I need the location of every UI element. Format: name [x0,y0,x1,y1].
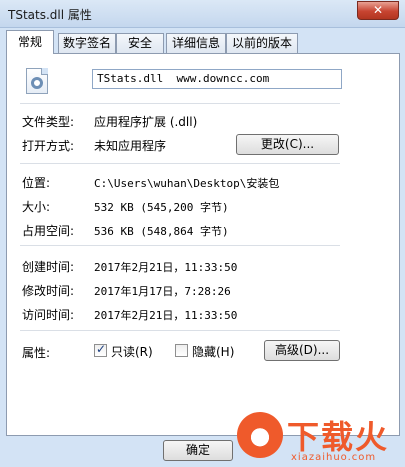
change-button[interactable]: 更改(C)... [236,134,339,155]
dll-file-icon [26,68,48,94]
open-with-value: 未知应用程序 [94,139,167,153]
readonly-checkbox[interactable]: ✓ [94,342,107,357]
accessed-value: 2017年2月21日，11:33:50 [94,309,238,322]
close-button[interactable]: ✕ [357,1,399,20]
divider [20,245,340,246]
hidden-checkbox[interactable] [175,344,188,357]
watermark-url: xiazaihuo.com [291,452,377,463]
open-with-label: 打开方式: [22,139,75,153]
file-name-input[interactable]: TStats.dll www.downcc.com [92,69,342,89]
divider [20,163,340,164]
created-value: 2017年2月21日，11:33:50 [94,261,238,274]
file-type-value: 应用程序扩展 (.dll) [94,115,198,129]
gear-icon [31,77,43,89]
size-value: 532 KB (545,200 字节) [94,201,229,214]
divider [20,103,340,104]
window-title: TStats.dll 属性 [8,8,92,22]
tab-digital-signatures[interactable]: 数字签名 [58,33,116,53]
disk-size-value: 536 KB (548,864 字节) [94,225,229,238]
divider [20,330,340,331]
modified-label: 修改时间: [22,284,75,298]
readonly-label[interactable]: 只读(R) [111,343,153,360]
advanced-button[interactable]: 高级(D)... [264,340,340,361]
watermark: 下载火 xiazaihuo.com [235,412,403,467]
location-value: C:\Users\wuhan\Desktop\安装包 [94,177,280,190]
tab-strip: 常规 数字签名 安全 详细信息 以前的版本 [6,30,400,54]
size-label: 大小: [22,200,51,214]
ok-button[interactable]: 确定 [163,440,233,461]
title-bar[interactable]: TStats.dll 属性 ✕ [0,0,405,28]
tab-security[interactable]: 安全 [116,33,164,53]
hidden-label[interactable]: 隐藏(H) [192,343,234,360]
accessed-label: 访问时间: [22,308,75,322]
created-label: 创建时间: [22,260,75,274]
tab-details[interactable]: 详细信息 [166,33,226,53]
flame-logo-icon [237,412,283,458]
modified-value: 2017年1月17日，7:28:26 [94,285,231,298]
attributes-label: 属性: [22,346,51,360]
close-icon: ✕ [372,3,384,17]
tab-previous-versions[interactable]: 以前的版本 [226,33,298,53]
checkmark-icon: ✓ [96,342,107,356]
file-type-label: 文件类型: [22,115,75,129]
tab-general[interactable]: 常规 [6,30,54,54]
disk-size-label: 占用空间: [22,224,75,238]
location-label: 位置: [22,176,51,190]
